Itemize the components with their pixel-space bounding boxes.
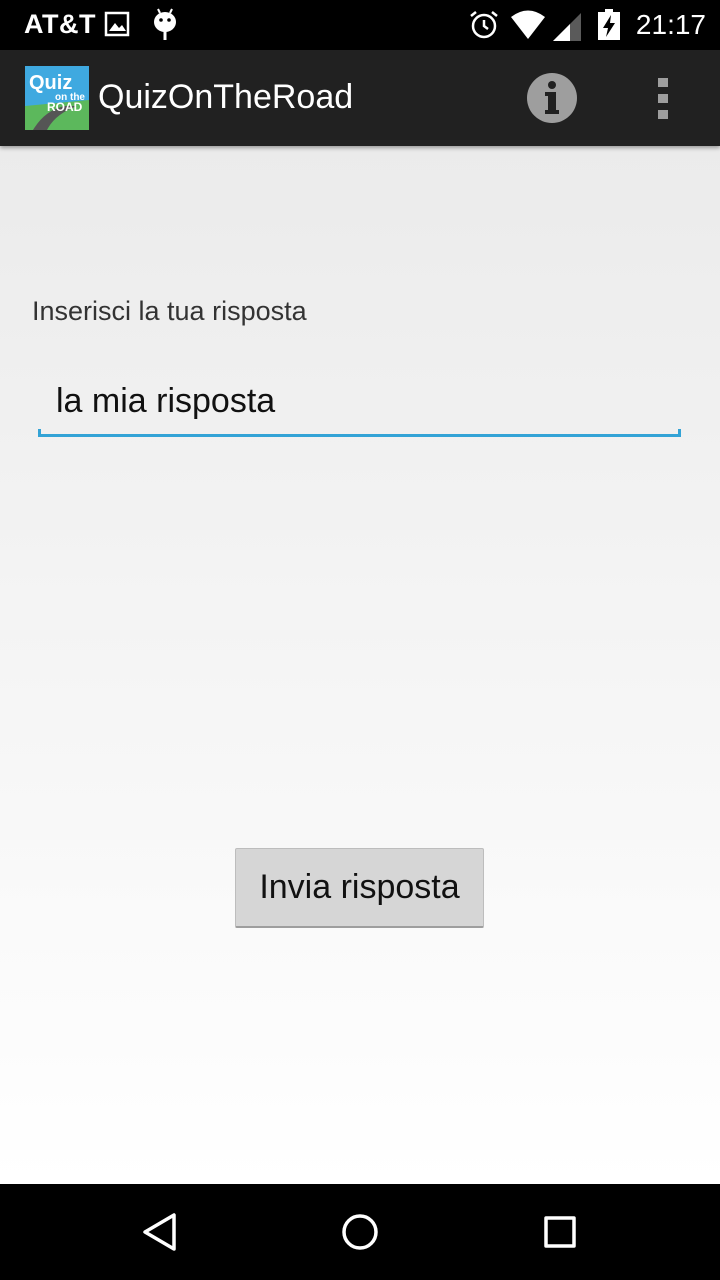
signal-icon — [552, 12, 582, 47]
more-vert-icon — [658, 78, 668, 119]
battery-charging-icon — [597, 9, 621, 46]
submit-answer-button[interactable]: Invia risposta — [235, 848, 484, 928]
screen: AT&T 21:17 Quiz on the ROAD QuizOnTheRoa… — [0, 0, 720, 1280]
svg-text:Quiz: Quiz — [29, 72, 72, 94]
svg-text:ROAD: ROAD — [47, 100, 83, 114]
navigation-bar — [0, 1184, 720, 1280]
carrier-label: AT&T — [24, 9, 96, 39]
answer-field[interactable] — [38, 371, 681, 437]
home-button[interactable] — [336, 1208, 384, 1256]
recents-icon — [544, 1216, 576, 1248]
info-button[interactable] — [526, 72, 578, 124]
alarm-icon — [468, 9, 500, 46]
clock: 21:17 — [635, 9, 706, 40]
recents-button[interactable] — [536, 1208, 584, 1256]
image-icon — [104, 10, 130, 43]
answer-field-underline — [38, 429, 681, 437]
wifi-icon — [510, 10, 546, 45]
answer-prompt-label: Inserisci la tua risposta — [32, 296, 307, 326]
overflow-menu-button[interactable] — [640, 72, 688, 124]
back-icon — [143, 1213, 176, 1251]
home-icon — [342, 1214, 378, 1250]
app-title: QuizOnTheRoad — [98, 78, 354, 116]
back-button[interactable] — [136, 1208, 184, 1256]
action-bar: Quiz on the ROAD QuizOnTheRoad — [0, 50, 720, 146]
content-area: Inserisci la tua risposta Invia risposta — [0, 146, 720, 1184]
answer-input[interactable] — [38, 371, 681, 431]
android-debug-icon — [151, 8, 179, 47]
status-bar: AT&T 21:17 — [0, 0, 720, 50]
quiz-on-the-road-logo: Quiz on the ROAD — [25, 66, 89, 130]
info-icon — [527, 73, 577, 123]
